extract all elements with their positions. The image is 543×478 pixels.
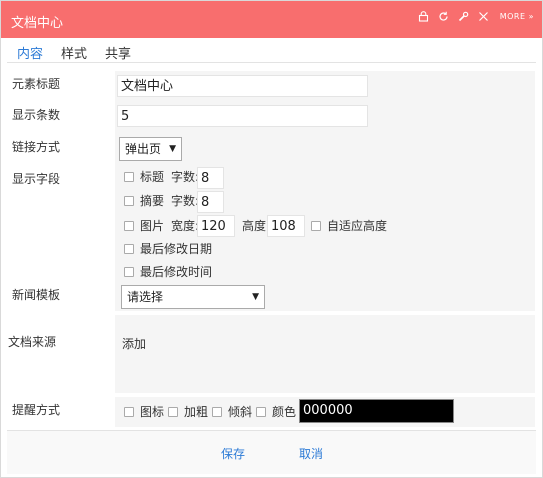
summary-chars-label: 字数: bbox=[171, 194, 200, 208]
tab-share[interactable]: 共享 bbox=[105, 43, 131, 62]
tab-content[interactable]: 内容 bbox=[17, 43, 43, 62]
more-button[interactable]: MORE » bbox=[500, 12, 534, 21]
reminder-color-checkbox[interactable] bbox=[256, 407, 266, 417]
add-doc-source-link[interactable]: 添加 bbox=[122, 335, 146, 352]
dropdown-arrow-icon: ▼ bbox=[252, 292, 259, 302]
element-title-input[interactable]: 文档中心 bbox=[117, 75, 368, 97]
image-height-label: 高度: bbox=[242, 219, 271, 233]
news-template-value: 请选择 bbox=[127, 290, 164, 304]
image-checkbox[interactable] bbox=[124, 221, 134, 231]
dropdown-arrow-icon: ▼ bbox=[169, 144, 176, 154]
auto-height-checkbox[interactable] bbox=[311, 221, 321, 231]
reminder-label: 提醒方式 bbox=[12, 403, 61, 417]
summary-chars-input[interactable]: 8 bbox=[197, 191, 224, 213]
auto-height-label: 自适应高度 bbox=[327, 219, 388, 233]
news-template-label: 新闻模板 bbox=[12, 288, 61, 302]
title-field-label: 标题 bbox=[140, 170, 165, 184]
reminder-icon-label: 图标 bbox=[140, 405, 165, 419]
titlebar-toolbar: MORE » bbox=[418, 11, 534, 22]
reminder-color-label: 颜色 bbox=[272, 405, 297, 419]
link-mode-label: 链接方式 bbox=[12, 140, 61, 154]
tab-bar: 内容 样式 共享 bbox=[7, 38, 536, 63]
summary-field-label: 摘要 bbox=[140, 194, 165, 208]
save-button[interactable]: 保存 bbox=[221, 445, 245, 462]
reminder-italic-checkbox[interactable] bbox=[212, 407, 222, 417]
last-modified-date-label: 最后修改日期 bbox=[140, 242, 213, 256]
cancel-button[interactable]: 取消 bbox=[299, 445, 323, 462]
last-modified-time-label: 最后修改时间 bbox=[140, 265, 213, 279]
refresh-icon[interactable] bbox=[438, 11, 449, 22]
title-chars-input[interactable]: 8 bbox=[197, 167, 224, 189]
image-field-label: 图片 bbox=[140, 219, 165, 233]
image-width-label: 宽度: bbox=[171, 219, 200, 233]
color-value-input[interactable]: 000000 bbox=[299, 399, 454, 423]
lock-icon[interactable] bbox=[418, 11, 429, 22]
element-title-label: 元素标题 bbox=[12, 77, 61, 91]
reminder-bold-label: 加粗 bbox=[184, 405, 209, 419]
link-mode-select[interactable]: 弹出页 ▼ bbox=[119, 137, 182, 161]
title-chars-label: 字数: bbox=[171, 170, 200, 184]
last-modified-date-checkbox[interactable] bbox=[124, 244, 134, 254]
dialog-window: 文档中心 MORE » 内容 样式 共享 元素标题 文档中心 显示条数 5 链接… bbox=[0, 0, 543, 478]
summary-checkbox[interactable] bbox=[124, 196, 134, 206]
title-bar: 文档中心 MORE » bbox=[1, 1, 542, 38]
last-modified-time-checkbox[interactable] bbox=[124, 267, 134, 277]
image-height-input[interactable]: 108 bbox=[267, 215, 305, 237]
reminder-icon-checkbox[interactable] bbox=[124, 407, 134, 417]
double-chevron-right-icon: » bbox=[528, 12, 534, 21]
display-count-input[interactable]: 5 bbox=[117, 105, 368, 127]
reminder-italic-label: 倾斜 bbox=[228, 405, 253, 419]
news-template-select[interactable]: 请选择 ▼ bbox=[121, 285, 265, 309]
dialog-footer: 保存 取消 bbox=[7, 430, 536, 474]
close-icon[interactable] bbox=[478, 11, 489, 22]
window-title: 文档中心 bbox=[11, 16, 64, 31]
link-mode-value: 弹出页 bbox=[125, 142, 162, 156]
doc-source-area bbox=[115, 315, 535, 393]
display-count-label: 显示条数 bbox=[12, 108, 61, 122]
tab-style[interactable]: 样式 bbox=[61, 43, 87, 62]
wrench-icon[interactable] bbox=[458, 11, 469, 22]
reminder-bold-checkbox[interactable] bbox=[168, 407, 178, 417]
image-width-input[interactable]: 120 bbox=[197, 215, 235, 237]
title-checkbox[interactable] bbox=[124, 172, 134, 182]
display-fields-label: 显示字段 bbox=[12, 172, 61, 186]
doc-source-label: 文档来源 bbox=[8, 335, 57, 349]
